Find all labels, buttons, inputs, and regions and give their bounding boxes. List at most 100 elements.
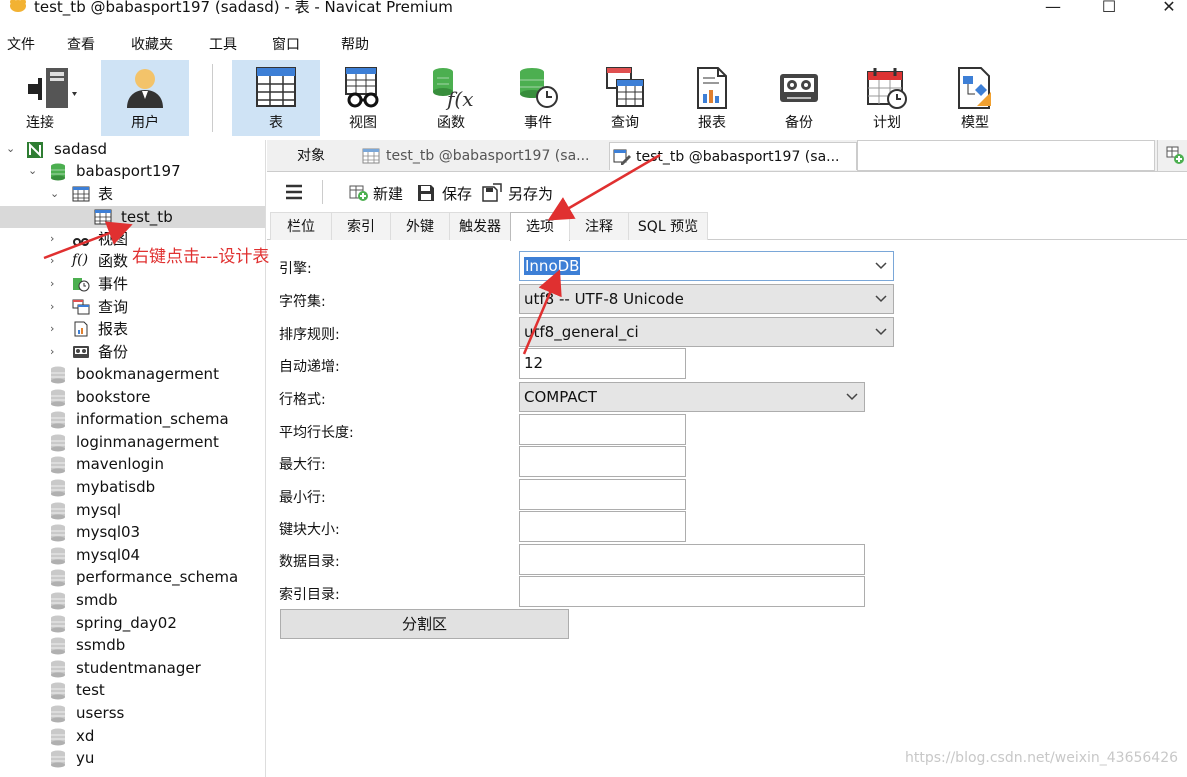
connect-button[interactable]: 连接: [8, 60, 96, 136]
database-closed-icon: [51, 479, 65, 497]
query-button[interactable]: 查询: [582, 60, 668, 136]
tree-database[interactable]: ⌄ babasport197: [0, 160, 265, 182]
tree-database-item[interactable]: performance_schema: [0, 566, 265, 588]
tree-connection[interactable]: ⌄ sadasd: [0, 138, 265, 160]
max-rows-input[interactable]: [519, 446, 686, 477]
auto-increment-label: 自动递增:: [279, 359, 340, 375]
chevron-down-icon[interactable]: ⌄: [50, 183, 59, 205]
tree-database-item[interactable]: mavenlogin: [0, 453, 265, 475]
tree-database-item[interactable]: mysql03: [0, 521, 265, 543]
tree-events-node[interactable]: › 事件: [0, 273, 265, 295]
chevron-down-icon[interactable]: ⌄: [28, 160, 37, 182]
event-label: 事件: [524, 115, 552, 131]
subtab-comment[interactable]: 注释: [569, 212, 629, 240]
report-button[interactable]: 报表: [669, 60, 755, 136]
subtab-triggers[interactable]: 触发器: [449, 212, 511, 240]
user-button[interactable]: 用户: [101, 60, 189, 136]
svg-text:f(x): f(x): [445, 87, 473, 110]
min-rows-input[interactable]: [519, 479, 686, 510]
database-item-label: ssmdb: [76, 636, 126, 655]
tree-database-item[interactable]: xd: [0, 725, 265, 747]
subtab-fields[interactable]: 栏位: [270, 212, 332, 240]
chevron-right-icon[interactable]: ›: [50, 273, 54, 295]
chevron-right-icon[interactable]: ›: [50, 250, 54, 272]
tree-database-item[interactable]: yu: [0, 747, 265, 769]
collation-select[interactable]: utf8_general_ci: [519, 317, 894, 347]
connect-label: 连接: [26, 115, 54, 131]
new-field-icon: [349, 185, 368, 201]
report-icon: [74, 321, 88, 337]
maximize-button[interactable]: ☐: [1099, 0, 1119, 17]
view-button[interactable]: 视图: [320, 60, 406, 136]
database-closed-icon: [51, 705, 65, 723]
charset-select[interactable]: utf8 -- UTF-8 Unicode: [519, 284, 894, 314]
tree-queries-node[interactable]: › 查询: [0, 296, 265, 318]
menu-favorites[interactable]: 收藏夹: [131, 34, 173, 54]
menu-tools[interactable]: 工具: [209, 34, 237, 54]
tree-database-item[interactable]: mysql: [0, 499, 265, 521]
event-button[interactable]: 事件: [495, 60, 581, 136]
model-button[interactable]: 模型: [932, 60, 1018, 136]
schedule-button[interactable]: 计划: [843, 60, 931, 136]
tree-database-item[interactable]: test: [0, 679, 265, 701]
chevron-right-icon[interactable]: ›: [50, 341, 54, 363]
avg-row-length-input[interactable]: [519, 414, 686, 445]
tree-database-item[interactable]: information_schema: [0, 408, 265, 430]
data-directory-label: 数据目录:: [279, 554, 340, 570]
connection-icon: [27, 142, 43, 158]
tree-database-item[interactable]: bookmanagerment: [0, 363, 265, 385]
engine-select[interactable]: InnoDB: [519, 251, 894, 281]
partition-button[interactable]: 分割区: [280, 609, 569, 639]
subtab-foreign-keys[interactable]: 外键: [390, 212, 450, 240]
tree-database-item[interactable]: smdb: [0, 589, 265, 611]
menu-help[interactable]: 帮助: [341, 34, 369, 54]
chevron-right-icon[interactable]: ›: [50, 296, 54, 318]
new-tab-button[interactable]: [1157, 140, 1187, 171]
database-closed-icon: [51, 660, 65, 678]
chevron-right-icon[interactable]: ›: [50, 228, 54, 250]
data-directory-input[interactable]: [519, 544, 865, 575]
subtab-options[interactable]: 选项: [510, 212, 570, 241]
subtab-sql-preview[interactable]: SQL 预览: [628, 212, 708, 240]
tree-database-item[interactable]: mybatisdb: [0, 476, 265, 498]
subtab-indexes[interactable]: 索引: [331, 212, 391, 240]
close-button[interactable]: ✕: [1159, 0, 1179, 17]
tab-table-design[interactable]: test_tb @babasport197 (sa...: [609, 142, 857, 170]
database-closed-icon: [51, 366, 65, 384]
events-node-label: 事件: [98, 275, 129, 293]
tree-backups-node[interactable]: › 备份: [0, 341, 265, 363]
chevron-down-icon[interactable]: ⌄: [6, 138, 15, 160]
tree-tables-node[interactable]: ⌄ 表: [0, 183, 265, 205]
calendar-icon: [867, 68, 907, 109]
menu-file[interactable]: 文件: [7, 34, 35, 54]
tree-reports-node[interactable]: › 报表: [0, 318, 265, 340]
tree-database-item[interactable]: ssmdb: [0, 634, 265, 656]
minimize-button[interactable]: —: [1043, 0, 1063, 17]
row-format-select[interactable]: COMPACT: [519, 382, 865, 412]
index-directory-input[interactable]: [519, 576, 865, 607]
database-item-label: mysql: [76, 500, 121, 519]
tab-table-1[interactable]: test_tb @babasport197 (sa...: [360, 142, 608, 170]
auto-increment-input[interactable]: 12: [519, 348, 686, 379]
tree-database-item[interactable]: spring_day02: [0, 612, 265, 634]
tree-database-item[interactable]: bookstore: [0, 386, 265, 408]
function-button[interactable]: f(x) 函数: [408, 60, 494, 136]
tab-table-design-label: test_tb @babasport197 (sa...: [636, 149, 840, 165]
key-block-size-input[interactable]: [519, 511, 686, 542]
view-icon: [73, 238, 89, 246]
database-item-label: mysql04: [76, 545, 141, 564]
table-button[interactable]: 表: [232, 60, 320, 136]
tree-database-item[interactable]: mysql04: [0, 544, 265, 566]
backup-button[interactable]: 备份: [756, 60, 842, 136]
menu-view[interactable]: 查看: [67, 34, 95, 54]
tree-database-item[interactable]: studentmanager: [0, 657, 265, 679]
tree-database-item[interactable]: loginmanagerment: [0, 431, 265, 453]
views-node-label: 视图: [98, 230, 129, 248]
chevron-right-icon[interactable]: ›: [50, 318, 54, 340]
database-item-label: userss: [76, 704, 125, 722]
tree-database-item[interactable]: userss: [0, 702, 265, 724]
hamburger-menu-icon[interactable]: [285, 184, 303, 200]
menu-window[interactable]: 窗口: [272, 34, 300, 54]
tab-objects[interactable]: 对象: [297, 142, 357, 170]
tree-table-item[interactable]: test_tb: [0, 206, 265, 228]
